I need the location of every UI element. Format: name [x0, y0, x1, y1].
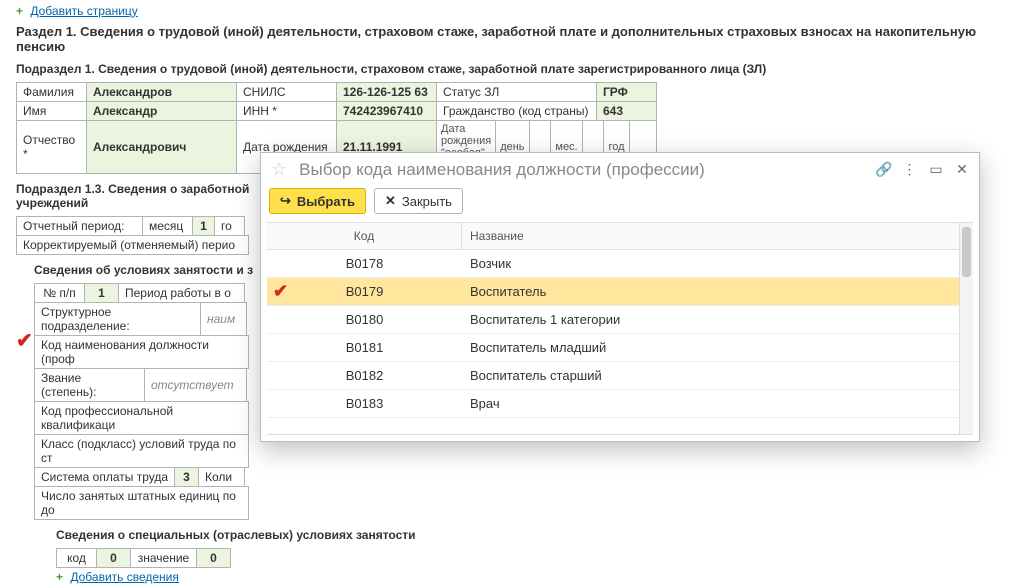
link-icon[interactable]: 🔗 — [875, 161, 893, 178]
add-info-link[interactable]: Добавить сведения — [70, 570, 179, 584]
special-val-label: значение — [131, 549, 197, 568]
npp-row: № п/п 1 Период работы в о — [34, 283, 245, 303]
position-code-dialog: ☆ Выбор кода наименования должности (про… — [260, 152, 980, 442]
grid-col-name[interactable]: Название — [462, 223, 973, 249]
row-check-icon: ✔ — [273, 281, 288, 302]
period-row: Отчетный период: месяц 1 го — [16, 216, 245, 236]
maximize-icon[interactable]: ▭ — [927, 161, 945, 178]
grid-cell-name: Возчик — [462, 256, 973, 271]
special-code-value[interactable]: 0 — [97, 549, 131, 568]
fam-label: Фамилия — [17, 83, 87, 102]
corr-row: Корректируемый (отменяемый) перио — [16, 235, 249, 255]
grid-cell-code: В0182 — [267, 368, 462, 383]
month-value[interactable]: 1 — [193, 217, 215, 236]
citizen-label: Гражданство (код страны) — [437, 102, 597, 121]
rank-hint[interactable]: отсутствует — [145, 369, 247, 402]
grid-cell-code: В0181 — [267, 340, 462, 355]
special-code-label: код — [57, 549, 97, 568]
grid-cell-code: В0183 — [267, 396, 462, 411]
red-check-icon: ✔ — [16, 328, 33, 353]
grid-scrollbar[interactable] — [959, 223, 973, 434]
subsection1-title: Подраздел 1. Сведения о трудовой (иной) … — [16, 62, 1001, 76]
year-short-label: го — [215, 217, 245, 236]
corr-period-label: Корректируемый (отменяемый) перио — [17, 236, 249, 255]
more-icon[interactable]: ⋮ — [901, 161, 919, 178]
grid-row[interactable]: В0181Воспитатель младший — [267, 334, 973, 362]
plus-icon-2: + — [56, 570, 63, 584]
grid-cell-code: В0180 — [267, 312, 462, 327]
grid-cell-name: Воспитатель старший — [462, 368, 973, 383]
select-arrow-icon: ↪ — [280, 193, 291, 209]
grid-row[interactable]: В0182Воспитатель старший — [267, 362, 973, 390]
class-label: Класс (подкласс) условий труда по ст — [35, 435, 249, 468]
pay-system-value[interactable]: 3 — [175, 468, 199, 487]
position-code-label[interactable]: Код наименования должности (проф — [35, 336, 249, 369]
code-grid: Код Название В0178Возчик✔В0179Воспитател… — [267, 222, 973, 435]
plus-icon: + — [16, 4, 23, 18]
otch-label: Отчество * — [17, 121, 87, 174]
units-label: Число занятых штатных единиц по до — [35, 487, 249, 520]
status-label: Статус ЗЛ — [437, 83, 597, 102]
close-button[interactable]: ✕ Закрыть — [374, 188, 463, 214]
inn-value[interactable]: 742423967410 — [337, 102, 437, 121]
add-page-link[interactable]: Добавить страницу — [30, 4, 137, 18]
citizen-value[interactable]: 643 — [597, 102, 657, 121]
grid-cell-code: В0179 — [267, 284, 462, 299]
pay-system-label: Система оплаты труда — [35, 468, 175, 487]
grid-row[interactable]: ✔В0179Воспитатель — [267, 278, 973, 306]
name-label: Имя — [17, 102, 87, 121]
close-x-icon: ✕ — [385, 193, 396, 209]
report-period-label: Отчетный период: — [17, 217, 143, 236]
inn-label: ИНН * — [237, 102, 337, 121]
grid-row[interactable]: В0183Врач — [267, 390, 973, 418]
name-value[interactable]: Александр — [87, 102, 237, 121]
month-label: месяц — [143, 217, 193, 236]
npp-value[interactable]: 1 — [85, 284, 119, 303]
grid-cell-name: Воспитатель 1 категории — [462, 312, 973, 327]
grid-cell-name: Врач — [462, 396, 973, 411]
close-icon[interactable]: ✕ — [953, 161, 971, 178]
grid-row[interactable]: В0180Воспитатель 1 категории — [267, 306, 973, 334]
grid-cell-name: Воспитатель младший — [462, 340, 973, 355]
select-button[interactable]: ↪ Выбрать — [269, 188, 366, 214]
grid-col-code[interactable]: Код — [267, 223, 462, 249]
work-period-label: Период работы в о — [119, 284, 245, 303]
fam-value[interactable]: Александров — [87, 83, 237, 102]
snils-label: СНИЛС — [237, 83, 337, 102]
struct-hint[interactable]: наим — [201, 303, 247, 336]
dialog-title: Выбор кода наименования должности (профе… — [299, 160, 867, 180]
snils-value[interactable]: 126-126-125 63 — [337, 83, 437, 102]
struct-label: Структурное подразделение: — [35, 303, 201, 336]
grid-cell-name: Воспитатель — [462, 284, 973, 299]
prof-code-label: Код профессиональной квалификаци — [35, 402, 249, 435]
grid-row[interactable]: В0178Возчик — [267, 250, 973, 278]
pay-extra-label: Коли — [199, 468, 245, 487]
grf-label: ГРФ — [597, 83, 657, 102]
special-heading: Сведения о специальных (отраслевых) усло… — [56, 528, 1001, 542]
npp-label: № п/п — [35, 284, 85, 303]
special-val-value[interactable]: 0 — [197, 549, 231, 568]
grid-cell-code: В0178 — [267, 256, 462, 271]
otch-value[interactable]: Александрович — [87, 121, 237, 174]
rank-label: Звание (степень): — [35, 369, 145, 402]
section1-title: Раздел 1. Сведения о трудовой (иной) дея… — [16, 24, 1001, 54]
favorite-star-icon[interactable]: ☆ — [271, 159, 287, 180]
